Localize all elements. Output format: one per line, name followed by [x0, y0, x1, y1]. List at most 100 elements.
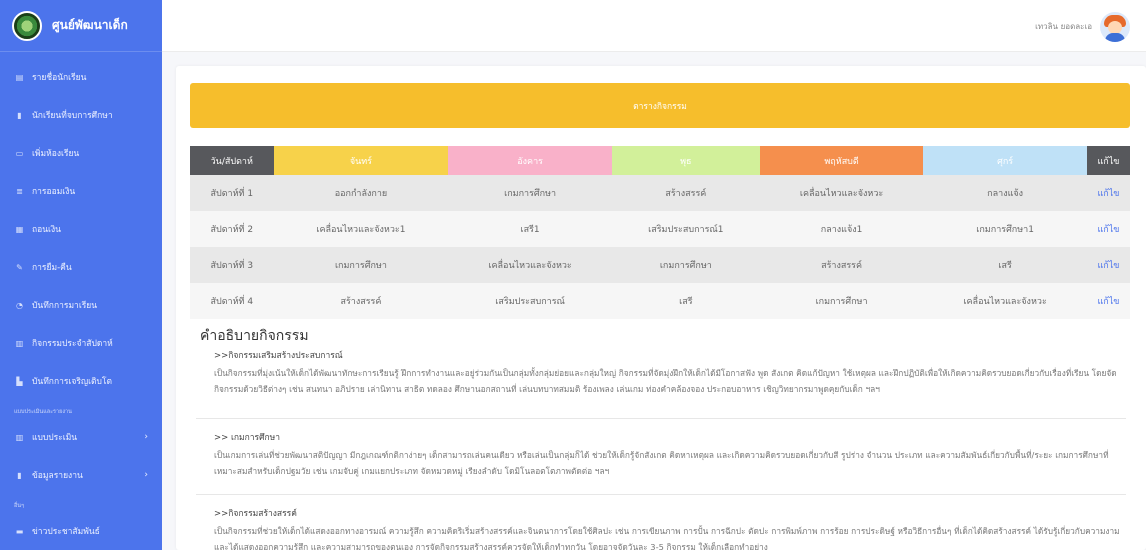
table-cell: เสริมประสบการณ์ [448, 283, 612, 319]
sidebar-item-growth[interactable]: ▙ บันทึกการเจริญเติบโต [0, 362, 162, 400]
table-cell: เกมการศึกษา [448, 175, 612, 211]
table-cell: เสริมประสบการณ์1 [611, 211, 760, 247]
description-item-educational-games: >> เกมการศึกษา เป็นเกมการเล่นที่ช่วยพัฒน… [190, 430, 1130, 479]
table-cell: สัปดาห์ที่ 2 [190, 211, 274, 247]
chevron-right-icon: › [144, 470, 148, 480]
table-cell: สร้างสรรค์ [759, 247, 924, 283]
sidebar-item-label: การยืม-คืน [32, 263, 72, 273]
column-header-edit: แก้ไข [1086, 146, 1130, 175]
table-icon: ▥ [15, 338, 24, 348]
table-header-row: วัน/สัปดาห์ จันทร์ อังคาร พุธ พฤหัสบดี ศ… [190, 146, 1130, 175]
sidebar-item-label: ข่าวประชาสัมพันธ์ [32, 527, 100, 537]
edit-link[interactable]: แก้ไข [1086, 175, 1130, 211]
user-name[interactable]: เทวลิน ยอดละเอ [1035, 20, 1092, 33]
table-row: สัปดาห์ที่ 4 สร้างสรรค์ เสริมประสบการณ์ … [190, 283, 1130, 319]
table-cell: เคลื่อนไหวและจังหวะ [923, 283, 1087, 319]
table-cell: เกมการศึกษา [273, 247, 449, 283]
sidebar-item-add-classroom[interactable]: ▭ เพิ่มห้องเรียน [0, 134, 162, 172]
column-header-friday: ศุกร์ [923, 146, 1087, 175]
file-icon: ▮ [17, 470, 22, 480]
sidebar-item-label: ข้อมูลรายงาน [32, 471, 83, 481]
sidebar-item-graduates[interactable]: ▮ นักเรียนที่จบการศึกษา [0, 96, 162, 134]
table-cell: ออกกำลังกาย [273, 175, 449, 211]
sidebar-item-label: แบบประเมิน [32, 433, 78, 443]
sidebar-section-reports: แบบประเมินและรายงาน [14, 409, 72, 415]
table-cell: เสรี1 [448, 211, 612, 247]
sidebar-item-report-data[interactable]: ▮ ข้อมูลรายงาน › [0, 456, 162, 494]
edit-link[interactable]: แก้ไข [1086, 283, 1130, 319]
table-cell: กลางแจ้ง1 [759, 211, 924, 247]
sidebar-item-assessment[interactable]: ▥ แบบประเมิน › [0, 418, 162, 456]
brand[interactable]: ศูนย์พัฒนาเด็ก [0, 0, 162, 52]
topbar: เทวลิน ยอดละเอ [162, 0, 1146, 52]
sidebar-item-withdraw[interactable]: ▦ ถอนเงิน [0, 210, 162, 248]
table-cell: เสรี [611, 283, 760, 319]
table-cell: เกมการศึกษา [759, 283, 924, 319]
sidebar-item-student-list[interactable]: ▤ รายชื่อนักเรียน [0, 58, 162, 96]
edit-link[interactable]: แก้ไข [1086, 247, 1130, 283]
sidebar-item-label: รายชื่อนักเรียน [32, 73, 87, 83]
table-cell: สัปดาห์ที่ 1 [190, 175, 274, 211]
sidebar-item-borrow-return[interactable]: ✎ การยืม-คืน [0, 248, 162, 286]
avatar[interactable] [1100, 12, 1130, 42]
table-cell: เคลื่อนไหวและจังหวะ [448, 247, 612, 283]
table-cell: กลางแจ้ง [923, 175, 1087, 211]
column-header-monday: จันทร์ [273, 146, 449, 175]
description-item-title: >>กิจกรรมเสริมสร้างประสบการณ์ [214, 351, 343, 361]
sidebar-item-label: บันทึกการเจริญเติบโต [32, 377, 113, 387]
column-header-thursday: พฤหัสบดี [759, 146, 924, 175]
description-item-body: เป็นเกมการเล่นที่ช่วยพัฒนาสติปัญญา มีกฎเ… [214, 450, 1109, 476]
sidebar-item-label: เพิ่มห้องเรียน [32, 149, 80, 159]
list-icon: ≣ [16, 186, 23, 196]
table-cell: สัปดาห์ที่ 4 [190, 283, 274, 319]
chevron-right-icon: › [144, 432, 148, 442]
description-item-body: เป็นกิจกรรมที่ช่วยให้เด็กได้แสดงออกทางอา… [214, 526, 1120, 550]
table-icon: ▥ [15, 432, 24, 442]
sidebar: ศูนย์พัฒนาเด็ก ▤ รายชื่อนักเรียน ▮ นักเรีย… [0, 0, 162, 550]
main-card: ตารางกิจกรรม วัน/สัปดาห์ จันทร์ อังคาร พ… [176, 66, 1146, 550]
edit-link[interactable]: แก้ไข [1086, 211, 1130, 247]
sidebar-item-label: นักเรียนที่จบการศึกษา [32, 111, 113, 121]
column-header-tuesday: อังคาร [448, 146, 612, 175]
sidebar-item-news[interactable]: ▬ ข่าวประชาสัมพันธ์ [0, 512, 162, 550]
file-icon: ▤ [15, 72, 24, 82]
brand-name: ศูนย์พัฒนาเด็ก [52, 18, 128, 32]
users-icon: ◔ [16, 300, 23, 310]
logo-icon [12, 10, 42, 41]
description-item-experience: >>กิจกรรมเสริมสร้างประสบการณ์ เป็นกิจกรร… [190, 348, 1130, 397]
sidebar-item-attendance[interactable]: ◔ บันทึกการมาเรียน [0, 286, 162, 324]
description-item-creative: >>กิจกรรมสร้างสรรค์ เป็นกิจกรรมที่ช่วยให… [190, 506, 1130, 550]
grid-icon: ▦ [15, 224, 24, 234]
sidebar-item-weekly-activities[interactable]: ▥ กิจกรรมประจำสัปดาห์ [0, 324, 162, 362]
table-row: สัปดาห์ที่ 2 เคลื่อนไหวและจังหวะ1 เสรี1 … [190, 211, 1130, 247]
sidebar-item-savings[interactable]: ≣ การออมเงิน [0, 172, 162, 210]
table-cell: สร้างสรรค์ [611, 175, 760, 211]
sidebar-menu: ▤ รายชื่อนักเรียน ▮ นักเรียนที่จบการศึกษา … [0, 52, 162, 550]
activity-table-banner: ตารางกิจกรรม [190, 83, 1130, 128]
sidebar-item-label: ถอนเงิน [32, 225, 61, 235]
column-header-wednesday: พุธ [611, 146, 760, 175]
pencil-icon: ✎ [16, 262, 23, 272]
chat-icon: ▭ [15, 148, 24, 158]
file-icon: ▮ [17, 110, 22, 120]
sidebar-item-label: การออมเงิน [32, 187, 76, 197]
table-cell: เคลื่อนไหวและจังหวะ [759, 175, 924, 211]
column-header-day: วัน/สัปดาห์ [190, 146, 274, 175]
description-item-title: >> เกมการศึกษา [214, 433, 281, 443]
table-row: สัปดาห์ที่ 3 เกมการศึกษา เคลื่อนไหวและจั… [190, 247, 1130, 283]
description-item-body: เป็นกิจกรรมที่มุ่งเน้นให้เด็กได้พัฒนาทัก… [214, 368, 1117, 394]
chart-icon: ▙ [16, 376, 23, 386]
table-cell: สัปดาห์ที่ 3 [190, 247, 274, 283]
sidebar-section-other: อื่นๆ [14, 503, 25, 509]
description-item-title: >>กิจกรรมสร้างสรรค์ [214, 509, 297, 519]
table-cell: เกมการศึกษา1 [923, 211, 1087, 247]
table-cell: เสรี [923, 247, 1087, 283]
sidebar-item-label: กิจกรรมประจำสัปดาห์ [32, 339, 113, 349]
description-heading: คำอธิบายกิจกรรม [200, 328, 309, 344]
table-cell: สร้างสรรค์ [273, 283, 449, 319]
card-icon: ▬ [15, 526, 24, 536]
divider [196, 418, 1126, 419]
schedule-table: วัน/สัปดาห์ จันทร์ อังคาร พุธ พฤหัสบดี ศ… [190, 146, 1130, 319]
divider [196, 494, 1126, 495]
table-row: สัปดาห์ที่ 1 ออกกำลังกาย เกมการศึกษา สร้… [190, 175, 1130, 211]
